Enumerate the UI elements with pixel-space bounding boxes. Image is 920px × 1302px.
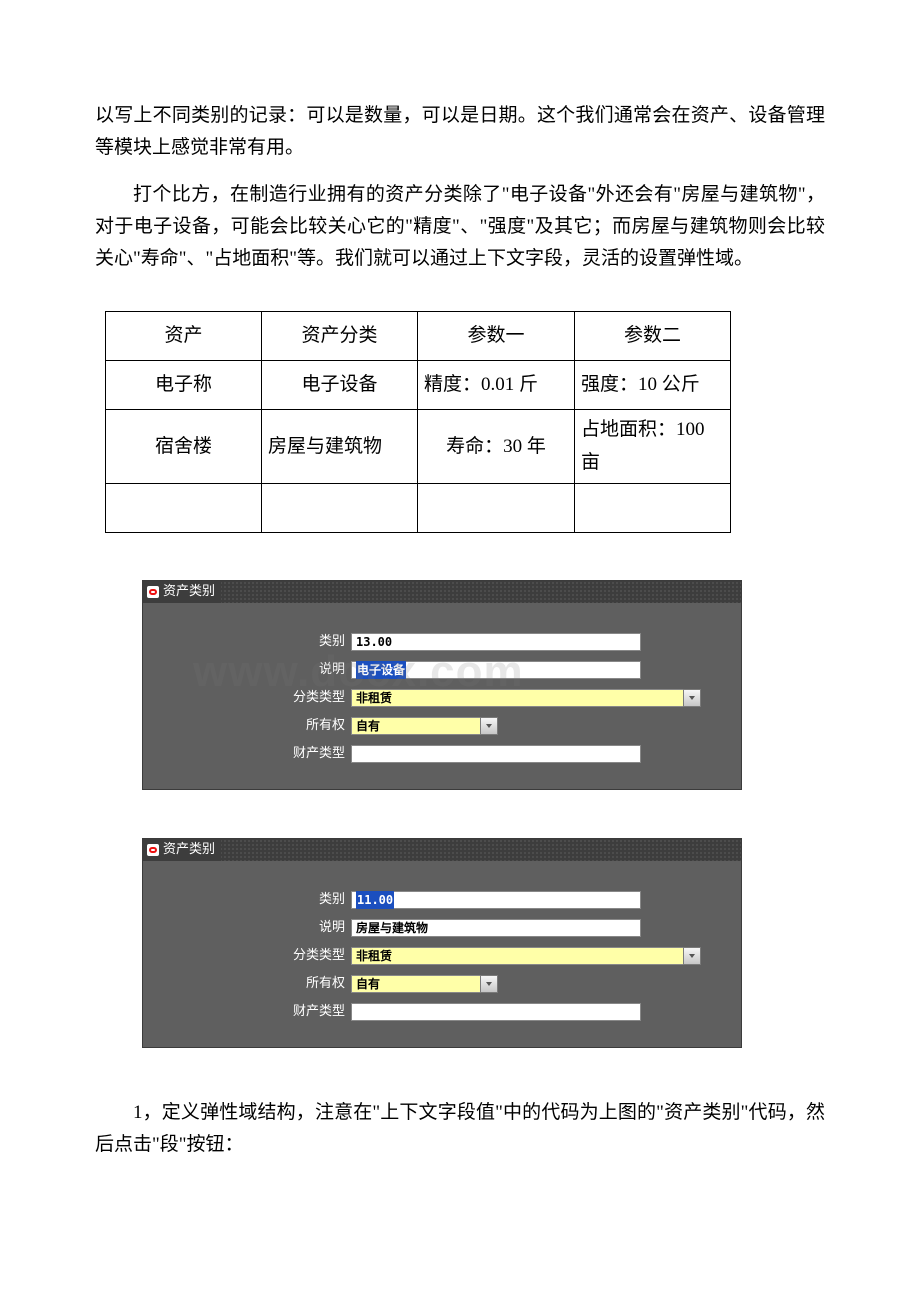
chevron-down-icon [688, 694, 696, 702]
label-description: 说明 [153, 659, 351, 681]
th-param2: 参数二 [575, 312, 731, 361]
oracle-icon [147, 844, 159, 856]
oracle-icon [147, 586, 159, 598]
cell-asset: 宿舍楼 [106, 410, 262, 484]
cell-category: 电子设备 [262, 361, 418, 410]
input-ownership[interactable]: 自有 [351, 717, 481, 735]
dropdown-button[interactable] [480, 717, 498, 735]
table-row: 电子称 电子设备 精度：0.01 斤 强度：10 公斤 [106, 361, 731, 410]
label-category: 类别 [153, 631, 351, 653]
cell-param1: 精度：0.01 斤 [418, 361, 575, 410]
cell-empty [106, 484, 262, 533]
input-description[interactable]: 电子设备 [351, 661, 641, 679]
form-titlebar[interactable]: 资产类别 [143, 839, 741, 861]
th-asset: 资产 [106, 312, 262, 361]
label-category: 类别 [153, 889, 351, 911]
chevron-down-icon [688, 952, 696, 960]
input-class-type[interactable]: 非租赁 [351, 947, 684, 965]
dropdown-button[interactable] [480, 975, 498, 993]
chevron-down-icon [485, 980, 493, 988]
dropdown-button[interactable] [683, 947, 701, 965]
th-param1: 参数一 [418, 312, 575, 361]
cell-empty [575, 484, 731, 533]
form-title: 资产类别 [163, 581, 215, 603]
chevron-down-icon [485, 722, 493, 730]
input-category[interactable]: 13.00 [351, 633, 641, 651]
input-description[interactable]: 房屋与建筑物 [351, 919, 641, 937]
label-description: 说明 [153, 917, 351, 939]
asset-category-form-1: www.docx.com 资产类别 类别 13.00 说明 电子设备 分类类型 … [143, 581, 741, 789]
cell-param2: 占地面积：100 亩 [575, 410, 731, 484]
form-title: 资产类别 [163, 839, 215, 861]
cell-asset: 电子称 [106, 361, 262, 410]
label-ownership: 所有权 [153, 715, 351, 737]
table-header-row: 资产 资产分类 参数一 参数二 [106, 312, 731, 361]
input-category[interactable]: 11.00 [351, 891, 641, 909]
paragraph-1: 以写上不同类别的记录：可以是数量，可以是日期。这个我们通常会在资产、设备管理等模… [95, 100, 825, 165]
form-titlebar[interactable]: 资产类别 [143, 581, 741, 603]
table-row: 宿舍楼 房屋与建筑物 寿命：30 年 占地面积：100 亩 [106, 410, 731, 484]
cell-param2: 强度：10 公斤 [575, 361, 731, 410]
cell-category: 房屋与建筑物 [262, 410, 418, 484]
input-property-type[interactable] [351, 745, 641, 763]
input-class-type[interactable]: 非租赁 [351, 689, 684, 707]
paragraph-3: 1，定义弹性域结构，注意在"上下文字段值"中的代码为上图的"资产类别"代码，然后… [95, 1097, 825, 1162]
label-class-type: 分类类型 [153, 945, 351, 967]
label-property-type: 财产类型 [153, 743, 351, 765]
paragraph-2: 打个比方，在制造行业拥有的资产分类除了"电子设备"外还会有"房屋与建筑物"，对于… [95, 179, 825, 276]
dropdown-button[interactable] [683, 689, 701, 707]
asset-param-table: 资产 资产分类 参数一 参数二 电子称 电子设备 精度：0.01 斤 强度：10… [105, 311, 731, 533]
table-row [106, 484, 731, 533]
label-ownership: 所有权 [153, 973, 351, 995]
cell-empty [418, 484, 575, 533]
cell-empty [262, 484, 418, 533]
th-category: 资产分类 [262, 312, 418, 361]
input-property-type[interactable] [351, 1003, 641, 1021]
input-ownership[interactable]: 自有 [351, 975, 481, 993]
label-class-type: 分类类型 [153, 687, 351, 709]
cell-param1: 寿命：30 年 [418, 410, 575, 484]
asset-category-form-2: 资产类别 类别 11.00 说明 房屋与建筑物 分类类型 非租赁 [143, 839, 741, 1047]
label-property-type: 财产类型 [153, 1001, 351, 1023]
